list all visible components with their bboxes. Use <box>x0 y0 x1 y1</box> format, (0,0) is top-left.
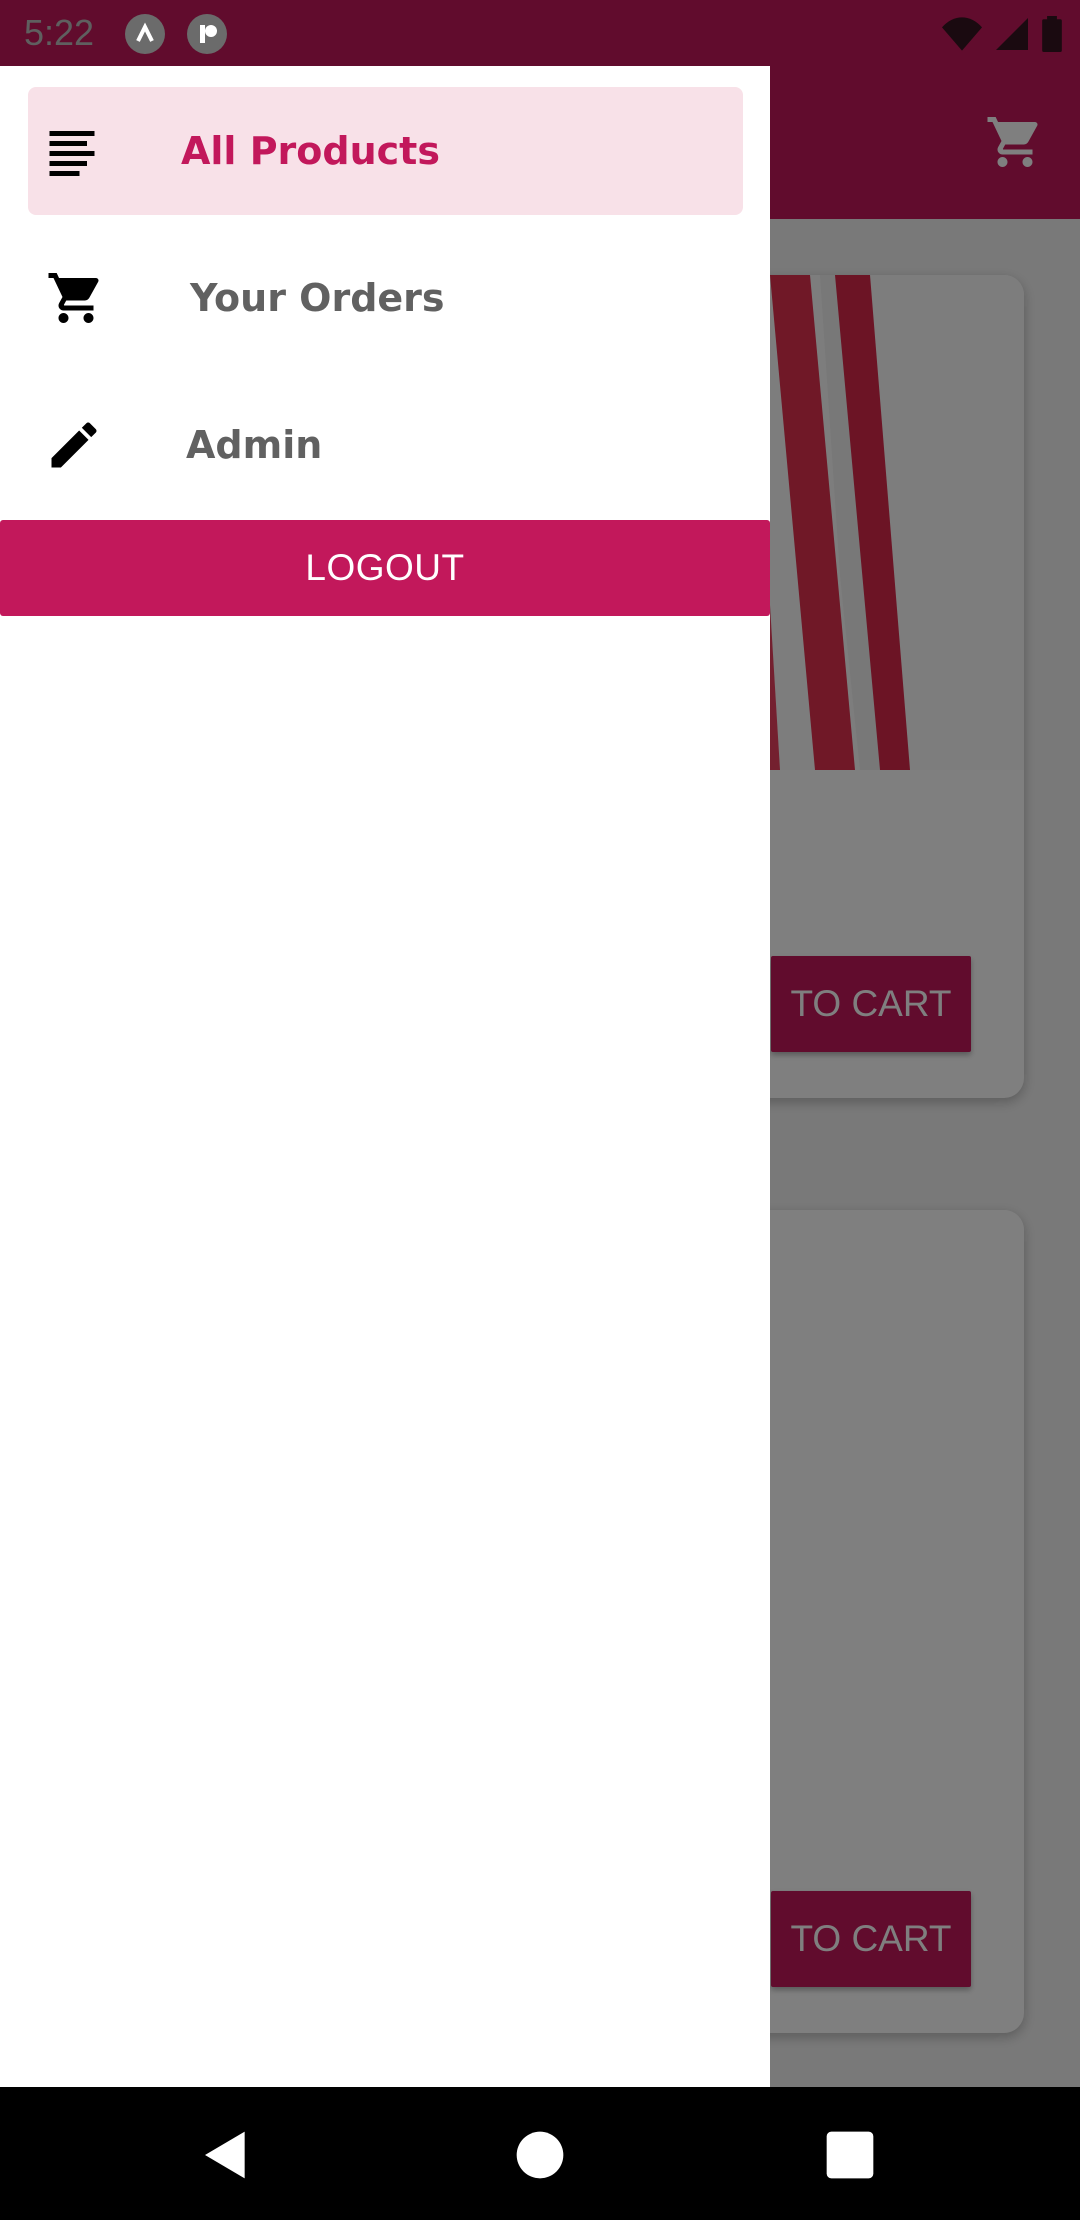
system-navigation-bar <box>0 2087 1080 2220</box>
drawer-item-all-products[interactable]: All Products <box>28 87 743 215</box>
drawer-item-admin[interactable]: Admin <box>0 381 770 509</box>
pencil-icon <box>51 422 97 468</box>
notification-icon <box>125 14 165 54</box>
shopping-cart-icon <box>48 273 99 323</box>
drawer-item-label: Your Orders <box>190 276 445 320</box>
recents-icon[interactable] <box>822 2127 878 2183</box>
wifi-icon <box>942 17 982 51</box>
status-bar: 5:22 <box>0 0 1080 66</box>
notification-icon <box>187 14 227 54</box>
status-time: 5:22 <box>24 12 95 53</box>
battery-icon <box>1042 16 1062 52</box>
signal-icon <box>996 18 1028 50</box>
back-icon[interactable] <box>198 2127 254 2183</box>
home-icon[interactable] <box>512 2127 568 2183</box>
drawer-item-label: Admin <box>186 423 323 467</box>
drawer-item-your-orders[interactable]: Your Orders <box>0 234 770 362</box>
sort-lines-icon <box>49 131 95 176</box>
navigation-drawer: All Products Your Orders Admin LOGOUT <box>0 66 770 2087</box>
drawer-item-label: All Products <box>181 129 440 173</box>
logout-button[interactable]: LOGOUT <box>0 520 770 616</box>
